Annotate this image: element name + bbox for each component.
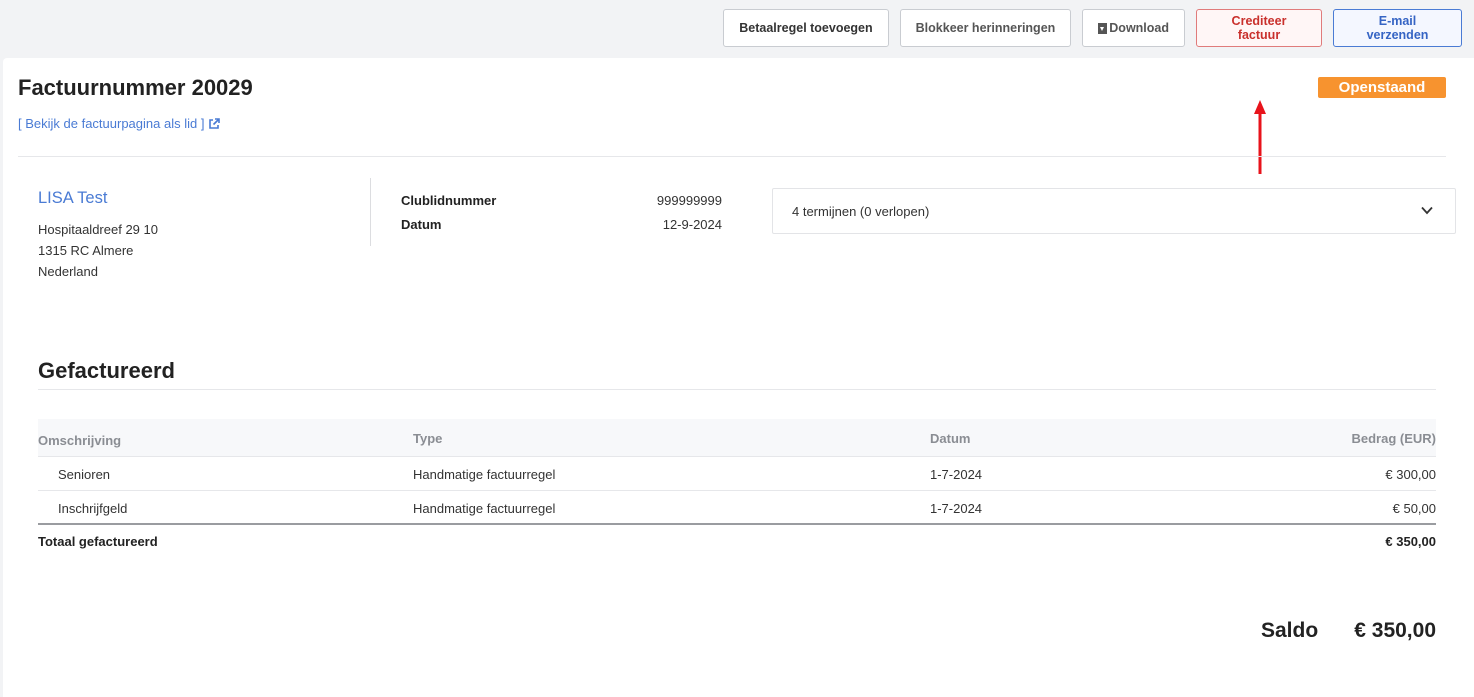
- installments-label: 4 termijnen (0 verlopen): [792, 203, 930, 219]
- table-row: Inschrijfgeld Handmatige factuurregel 1-…: [38, 491, 1436, 525]
- page-title: Factuurnummer 20029: [18, 75, 253, 100]
- row-type: Handmatige factuurregel: [413, 501, 556, 516]
- total-label: Totaal gefactureerd: [38, 534, 158, 549]
- toolbar: Betaalregel toevoegen Blokkeer herinneri…: [723, 9, 1462, 47]
- billed-table: Omschrijving Type Datum Bedrag (EUR) Sen…: [38, 419, 1436, 555]
- column-header-description: Omschrijving: [38, 433, 122, 448]
- row-description: Inschrijfgeld: [58, 501, 128, 516]
- billed-section-title: Gefactureerd: [38, 358, 175, 383]
- divider: [38, 389, 1436, 390]
- address-country: Nederland: [38, 264, 98, 279]
- table-header: Omschrijving Type Datum Bedrag (EUR): [38, 419, 1436, 457]
- row-amount: € 50,00: [1392, 501, 1436, 516]
- date-value: 12-9-2024: [662, 217, 722, 232]
- column-header-date: Datum: [930, 431, 971, 446]
- member-name-link[interactable]: LISA Test: [38, 189, 107, 208]
- table-row: Senioren Handmatige factuurregel 1-7-202…: [38, 457, 1436, 491]
- download-button[interactable]: Download: [1082, 9, 1185, 47]
- invoice-card: Factuurnummer 20029 [ Bekijk de factuurp…: [3, 58, 1474, 697]
- credit-invoice-button[interactable]: Crediteer factuur: [1196, 9, 1322, 47]
- row-date: 1-7-2024: [930, 501, 983, 516]
- member-view-link[interactable]: [ Bekijk de factuurpagina als lid ]: [18, 116, 221, 131]
- column-header-type: Type: [413, 431, 443, 446]
- address-city: 1315 RC Almere: [38, 243, 134, 258]
- add-payment-line-button[interactable]: Betaalregel toevoegen: [723, 9, 889, 47]
- annotation-arrow-icon: [1254, 100, 1266, 174]
- download-file-icon: [1098, 22, 1108, 34]
- row-date: 1-7-2024: [930, 467, 983, 482]
- status-badge: Openstaand: [1318, 77, 1446, 98]
- send-email-button[interactable]: E-mail verzenden: [1333, 9, 1462, 47]
- address-street: Hospitaaldreef 29 10: [38, 222, 158, 237]
- row-amount: € 300,00: [1385, 467, 1436, 482]
- club-number-label: Clublidnummer: [401, 193, 497, 208]
- divider: [18, 156, 1446, 157]
- download-label: Download: [1109, 21, 1169, 35]
- row-description: Senioren: [58, 467, 111, 482]
- external-link-icon: [209, 117, 221, 129]
- table-total-row: Totaal gefactureerd € 350,00: [38, 525, 1436, 555]
- column-header-amount: Bedrag (EUR): [1351, 431, 1436, 446]
- balance-label: Saldo: [1261, 619, 1319, 642]
- chevron-down-icon: [1421, 206, 1433, 215]
- balance-value: € 350,00: [1354, 619, 1436, 642]
- row-type: Handmatige factuurregel: [413, 467, 556, 482]
- club-number-value: 999999999: [656, 193, 722, 208]
- total-amount: € 350,00: [1385, 534, 1436, 549]
- member-view-link-label: [ Bekijk de factuurpagina als lid ]: [18, 116, 205, 131]
- vertical-divider: [370, 178, 371, 246]
- installments-dropdown[interactable]: 4 termijnen (0 verlopen): [772, 188, 1456, 234]
- date-label: Datum: [401, 217, 442, 232]
- block-reminders-button[interactable]: Blokkeer herinneringen: [899, 9, 1072, 47]
